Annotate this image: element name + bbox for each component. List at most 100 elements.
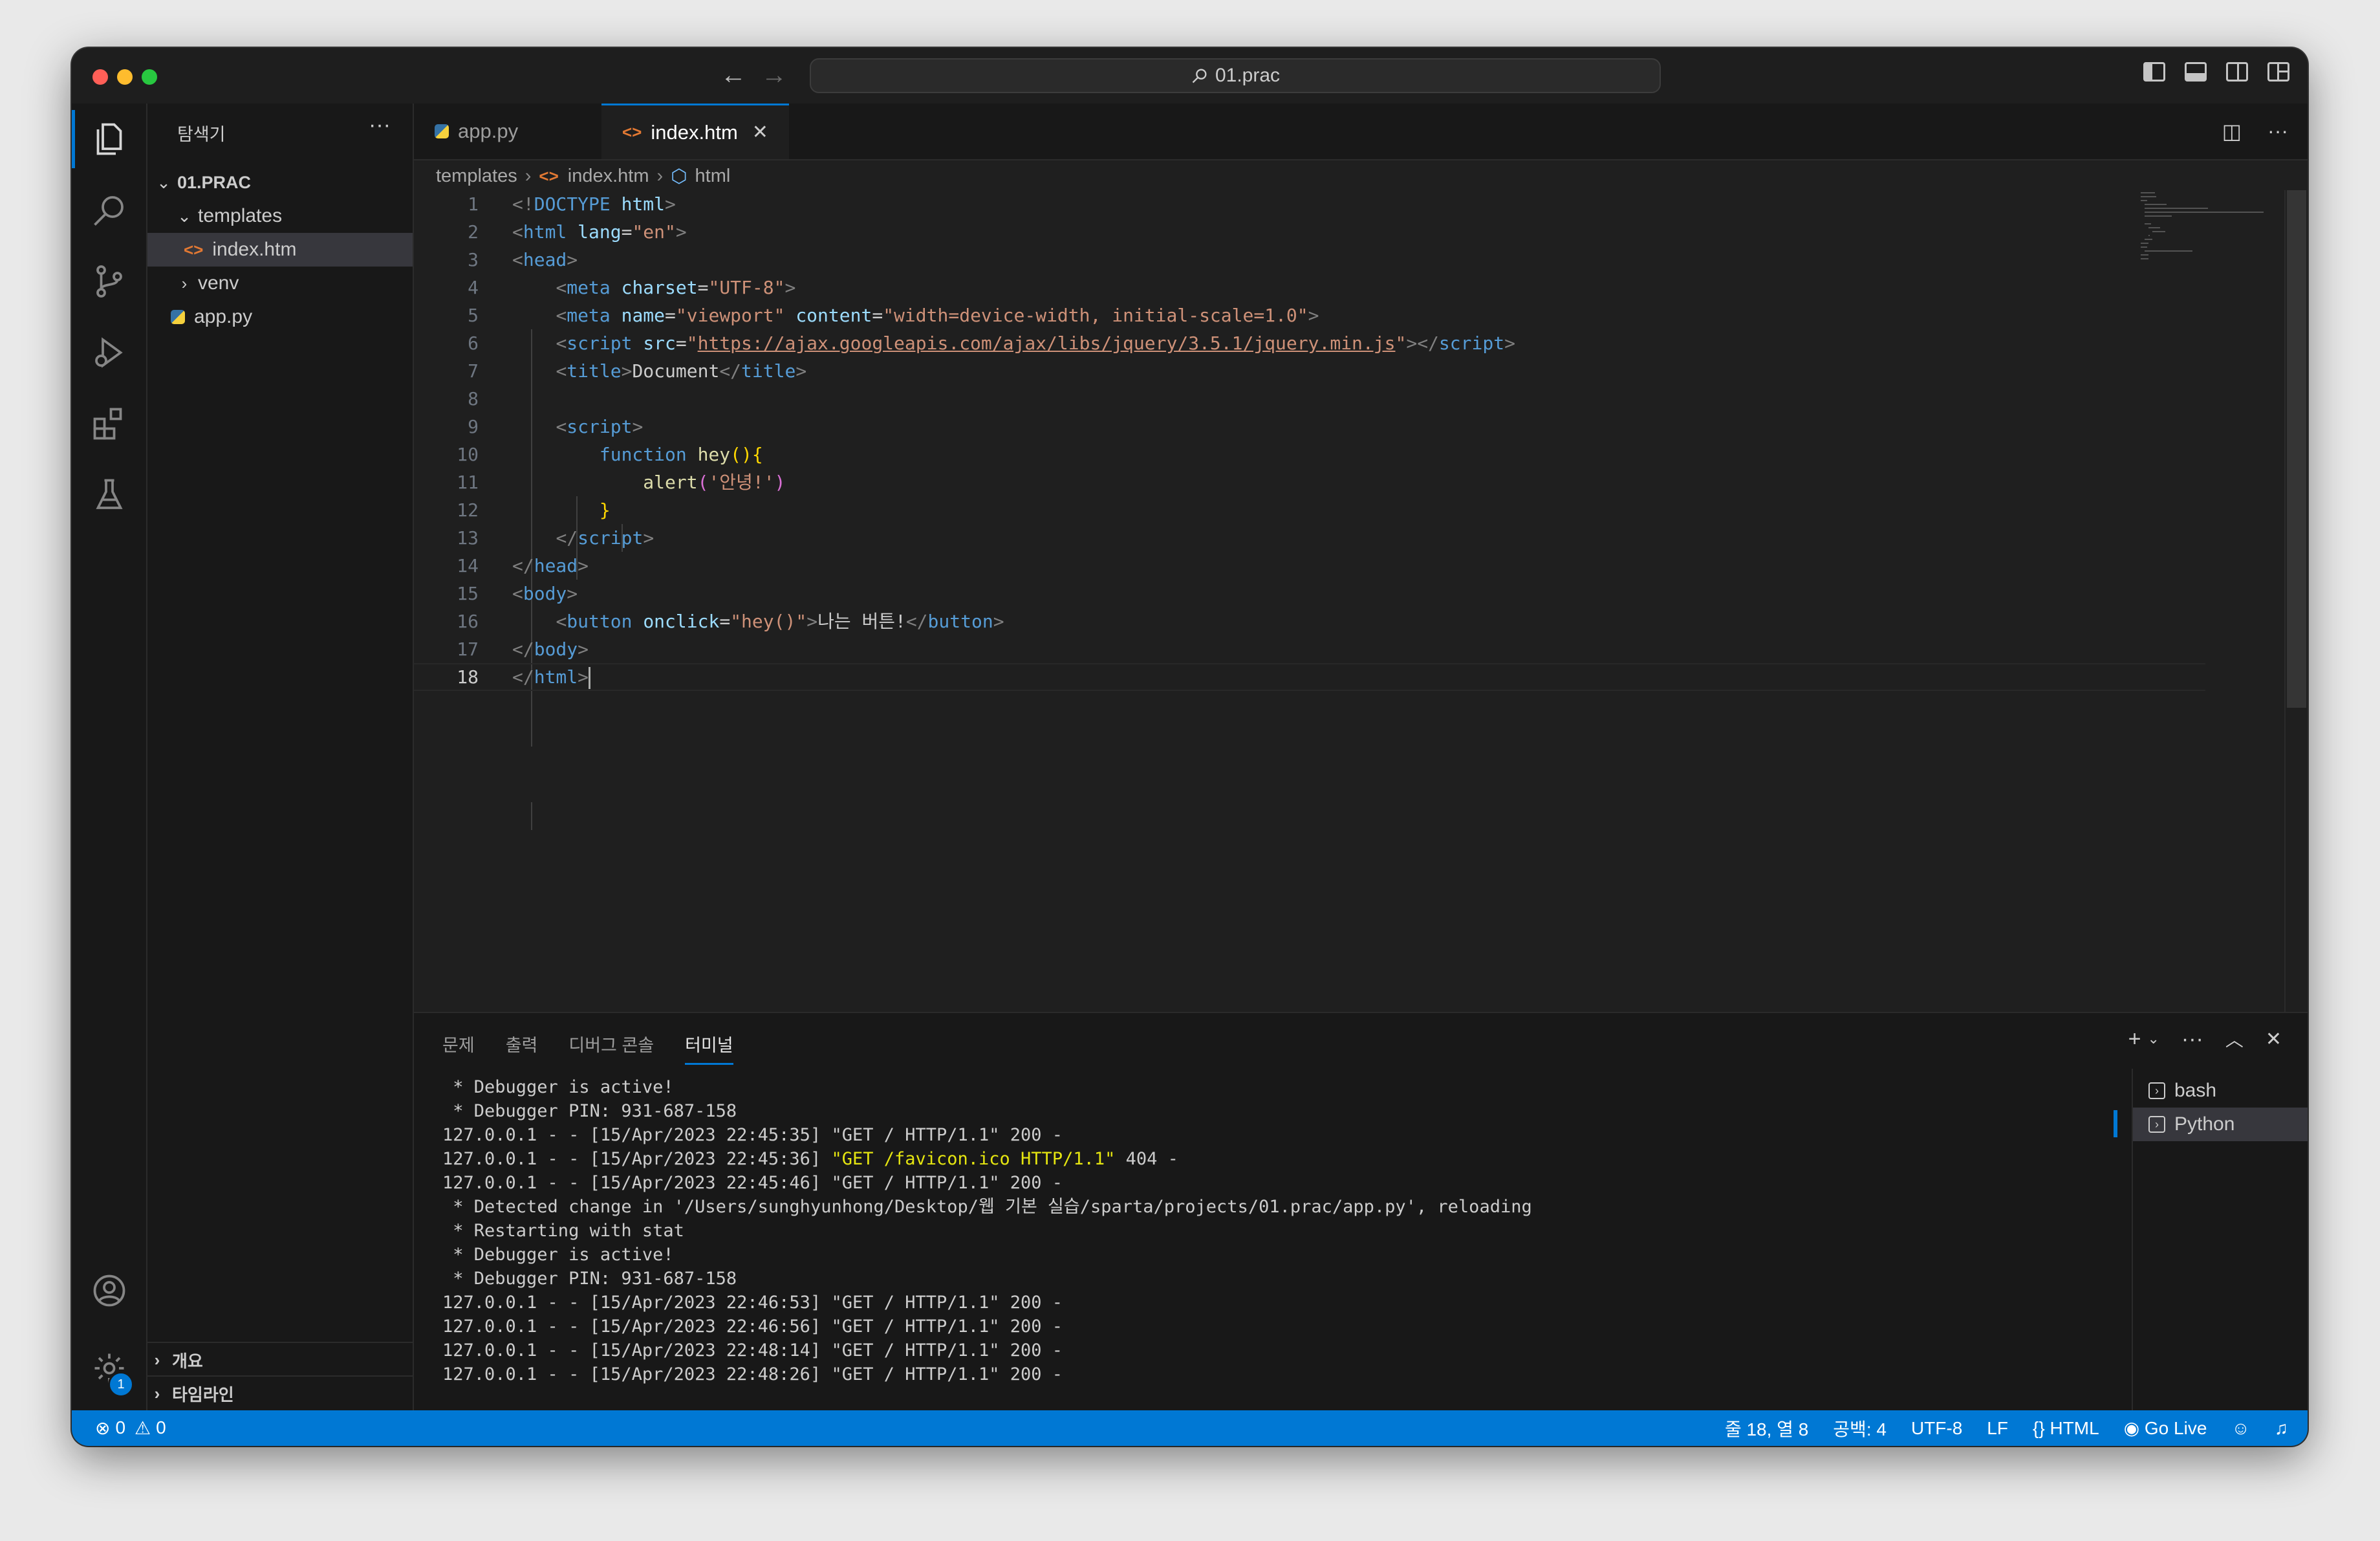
more-actions-icon[interactable]: ···	[2267, 119, 2288, 144]
terminal-line: 127.0.0.1 - - [15/Apr/2023 22:45:35] "GE…	[442, 1125, 1063, 1145]
settings-update-badge: 1	[108, 1372, 134, 1397]
code-line: 17 </body>	[457, 639, 589, 660]
breadcrumb-file[interactable]: index.htm	[568, 166, 649, 187]
run-debug-icon[interactable]	[72, 317, 146, 388]
toggle-primary-sidebar-icon[interactable]	[2143, 62, 2165, 82]
toggle-panel-icon[interactable]	[2185, 62, 2207, 82]
terminal-line: 127.0.0.1 - - [15/Apr/2023 22:48:26] "GE…	[442, 1364, 1063, 1384]
encoding[interactable]: UTF-8	[1911, 1418, 1962, 1439]
braces-icon: {}	[2032, 1417, 2045, 1438]
terminal-list: › bash › Python	[2114, 1069, 2308, 1412]
timeline-section-header[interactable]: › 타임라인	[147, 1375, 413, 1410]
html-icon: <>	[622, 122, 642, 142]
tab-terminal[interactable]: 터미널	[685, 1031, 733, 1065]
zoom-window-button[interactable]	[142, 69, 157, 85]
chevron-down-icon[interactable]: ⌄	[2147, 1031, 2159, 1047]
code-line: 14 </head>	[457, 555, 589, 576]
chevron-right-icon: ›	[154, 1383, 160, 1403]
status-bar: ⊗ 0 ⚠ 0 줄 18, 열 8 공백: 4 UTF-8 LF {} HTML…	[72, 1410, 2308, 1446]
settings-gear-icon[interactable]: 1	[72, 1333, 146, 1404]
problems-status[interactable]: ⊗ 0 ⚠ 0	[95, 1417, 166, 1439]
breadcrumb: templates › <> index.htm › ⬡ html	[436, 162, 730, 190]
python-file-icon	[171, 310, 185, 324]
tab-app-py[interactable]: app.py	[414, 104, 601, 159]
customize-layout-icon[interactable]	[2267, 62, 2289, 82]
search-icon	[1192, 69, 1207, 83]
indent-guide	[531, 802, 532, 830]
more-actions-icon[interactable]: ···	[2181, 1027, 2203, 1052]
split-editor-icon[interactable]: ◫	[2222, 119, 2242, 144]
tree-item-venv[interactable]: › venv	[147, 267, 413, 300]
outline-section-header[interactable]: › 개요	[147, 1342, 413, 1377]
terminal-icon: ›	[2148, 1116, 2165, 1133]
more-actions-icon[interactable]: ···	[369, 113, 391, 138]
tree-item-index-htm[interactable]: <> index.htm	[147, 233, 413, 267]
code-line: 4 <meta charset="UTF-8">	[468, 277, 796, 298]
chevron-right-icon: ›	[181, 273, 188, 293]
code-line: 15 <body>	[457, 583, 578, 604]
terminal-line: * Debugger is active!	[442, 1077, 674, 1097]
error-icon: ⊗	[95, 1418, 111, 1438]
code-line: 6 <script src="https://ajax.googleapis.c…	[468, 333, 1515, 354]
code-line: 3 <head>	[468, 249, 578, 270]
indentation[interactable]: 공백: 4	[1833, 1415, 1887, 1441]
accounts-icon[interactable]	[72, 1255, 146, 1326]
breadcrumb-symbol[interactable]: html	[695, 166, 731, 187]
source-control-icon[interactable]	[72, 246, 146, 317]
close-tab-icon[interactable]: ✕	[752, 121, 768, 144]
chevron-right-icon: ›	[656, 165, 664, 186]
language-mode[interactable]: {} HTML	[2033, 1418, 2099, 1439]
chevron-down-icon: ⌄	[157, 172, 171, 192]
go-live-button[interactable]: ◉ Go Live	[2124, 1417, 2207, 1439]
editor-tab-bar: app.py <> index.htm ✕ ◫ ···	[414, 104, 2308, 160]
minimize-window-button[interactable]	[117, 69, 133, 85]
code-line: 8	[468, 388, 479, 410]
forward-arrow-icon[interactable]: →	[761, 58, 787, 92]
code-line: 1 <!DOCTYPE html>	[468, 193, 676, 215]
editor-scrollbar[interactable]	[2284, 190, 2308, 1012]
cursor-position[interactable]: 줄 18, 열 8	[1725, 1415, 1808, 1441]
code-editor[interactable]: 1 <!DOCTYPE html> 2 <html lang="en"> 3 <…	[414, 190, 2308, 1012]
code-line: 10 function hey(){	[457, 444, 763, 465]
notifications-bell-icon[interactable]: ♫	[2275, 1418, 2288, 1439]
toggle-secondary-sidebar-icon[interactable]	[2226, 62, 2248, 82]
tree-item-templates[interactable]: ⌄ templates	[147, 199, 413, 233]
workspace-root[interactable]: ⌄ 01.PRAC	[147, 166, 413, 199]
extensions-icon[interactable]	[72, 388, 146, 459]
code-line: 5 <meta name="viewport" content="width=d…	[468, 305, 1319, 326]
tree-item-app-py[interactable]: app.py	[147, 300, 413, 334]
end-of-line[interactable]: LF	[1987, 1418, 2008, 1439]
testing-flask-icon[interactable]	[72, 459, 146, 530]
script-src-link[interactable]: https://ajax.googleapis.com/ajax/libs/jq…	[698, 333, 1396, 354]
tab-debug-console[interactable]: 디버그 콘솔	[568, 1031, 654, 1065]
explorer-icon[interactable]	[72, 104, 146, 175]
command-center-search[interactable]: 01.prac	[810, 58, 1661, 93]
new-terminal-plus-icon[interactable]: +	[2128, 1027, 2141, 1052]
search-icon[interactable]	[72, 175, 146, 246]
terminal-output[interactable]: * Debugger is active! * Debugger PIN: 93…	[442, 1075, 1532, 1386]
terminal-line: 127.0.0.1 - - [15/Apr/2023 22:45:36] "GE…	[442, 1149, 1178, 1169]
maximize-panel-chevron-up-icon[interactable]: ︿	[2225, 1026, 2244, 1052]
code-line: 2 <html lang="en">	[468, 221, 687, 243]
terminal-line: 127.0.0.1 - - [15/Apr/2023 22:46:53] "GE…	[442, 1293, 1063, 1313]
breadcrumb-folder[interactable]: templates	[436, 166, 517, 187]
feedback-icon[interactable]: ☺	[2231, 1418, 2250, 1439]
tab-problems[interactable]: 문제	[442, 1031, 475, 1065]
code-line: 11 alert('안녕!')	[457, 472, 786, 493]
code-line: 16 <button onclick="hey()">나는 버튼!</butto…	[457, 611, 1004, 632]
tab-output[interactable]: 출력	[506, 1031, 538, 1065]
close-panel-icon[interactable]: ✕	[2266, 1028, 2282, 1051]
code-line: 9 <script>	[468, 416, 644, 437]
code-line-current: 18 </html>	[414, 663, 2205, 691]
back-arrow-icon[interactable]: ←	[720, 58, 746, 92]
python-icon	[435, 124, 449, 138]
chevron-right-icon: ›	[154, 1350, 160, 1370]
tab-index-htm[interactable]: <> index.htm ✕	[601, 104, 789, 159]
terminal-line: 127.0.0.1 - - [15/Apr/2023 22:48:14] "GE…	[442, 1340, 1063, 1361]
minimap[interactable]	[2141, 190, 2264, 261]
terminal-item-python[interactable]: › Python	[2133, 1108, 2308, 1141]
terminal-item-bash[interactable]: › bash	[2133, 1074, 2308, 1108]
chevron-down-icon: ⌄	[177, 206, 191, 226]
close-window-button[interactable]	[92, 69, 108, 85]
html-file-icon: <>	[184, 239, 204, 259]
